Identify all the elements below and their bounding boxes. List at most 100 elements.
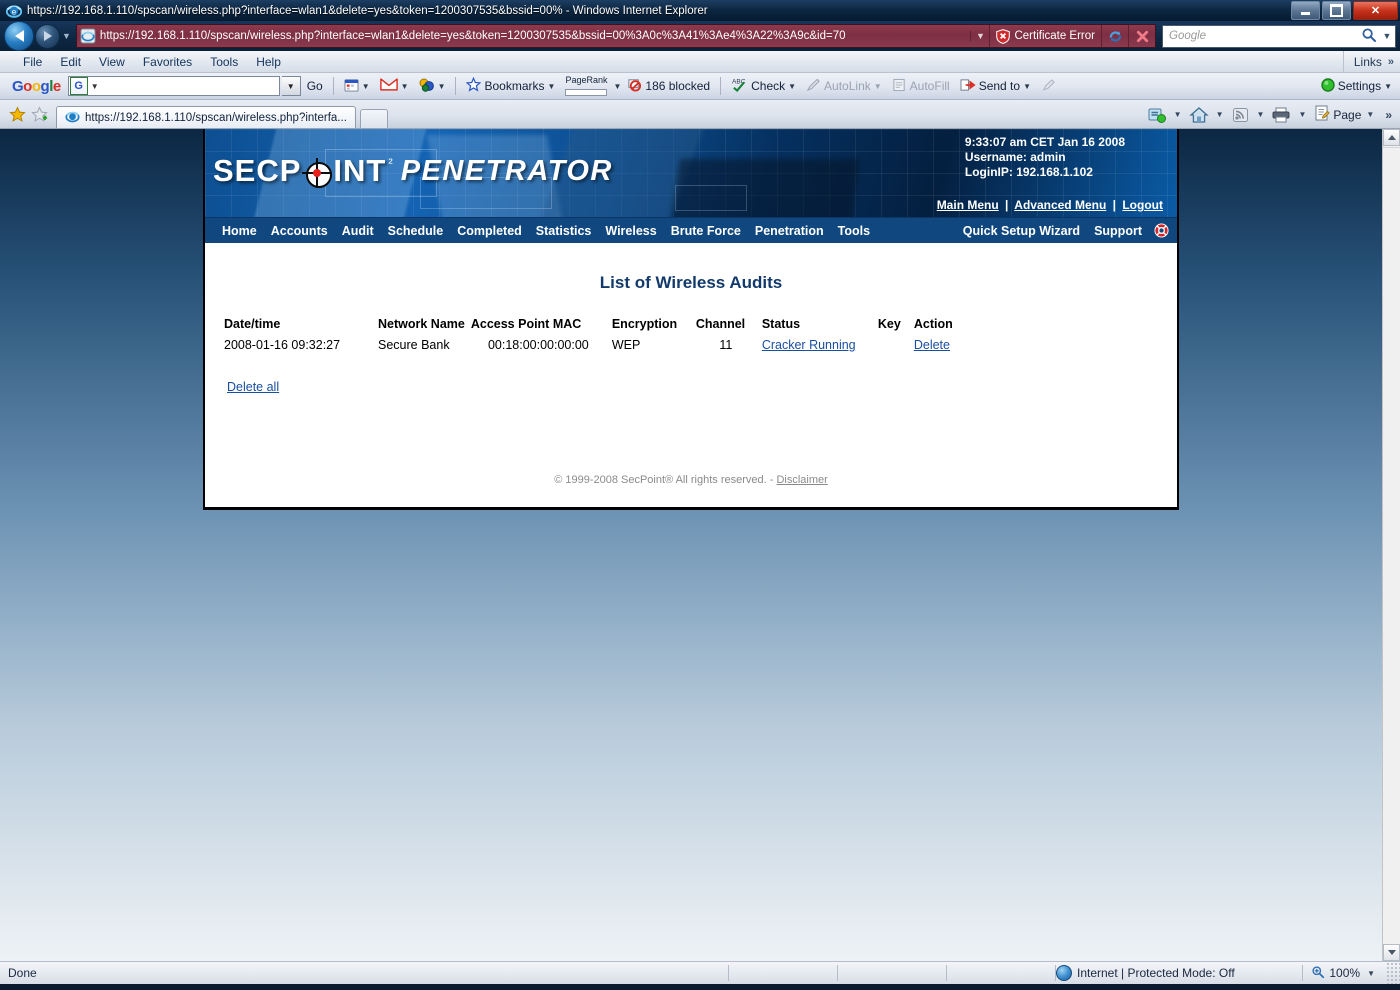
gmail-button[interactable]: ▼ (376, 78, 413, 94)
check-chevron-down-icon[interactable]: ▼ (788, 82, 796, 91)
autolink-button[interactable]: AutoLink ▼ (802, 78, 886, 95)
address-bar-url[interactable]: https://192.168.1.110/spscan/wireless.ph… (100, 30, 971, 42)
window-controls[interactable]: ✕ (1291, 1, 1398, 20)
google-apps-button[interactable]: ▼ (415, 78, 450, 95)
main-menu-link[interactable]: Main Menu (937, 198, 999, 212)
zoom-control[interactable]: 100% ▼ (1303, 965, 1386, 982)
nav-item-wireless[interactable]: Wireless (598, 224, 663, 238)
search-icon[interactable] (1361, 27, 1379, 46)
google-search-input[interactable]: G ▼ (67, 76, 280, 96)
close-window-button[interactable]: ✕ (1353, 1, 1398, 20)
menu-item-edit[interactable]: Edit (51, 54, 90, 70)
settings-chevron-down-icon[interactable]: ▼ (1384, 82, 1392, 91)
certificate-error-indicator[interactable]: Certificate Error (989, 25, 1101, 47)
google-go-button[interactable]: Go (303, 79, 327, 93)
cracker-running-link[interactable]: Cracker Running (762, 338, 856, 352)
links-overflow-chevron-icon[interactable]: » (1388, 56, 1394, 68)
google-calendar-button[interactable]: ▼ (340, 78, 374, 95)
refresh-icon[interactable] (1101, 25, 1128, 47)
home-button[interactable] (1186, 106, 1212, 124)
lifebuoy-icon[interactable] (1154, 223, 1169, 238)
forward-button[interactable] (35, 23, 60, 49)
delete-row-link[interactable]: Delete (914, 338, 950, 352)
back-button[interactable] (4, 21, 34, 51)
zoom-chevron-down-icon[interactable]: ▼ (1364, 969, 1378, 978)
bookmarks-chevron-down-icon[interactable]: ▼ (548, 82, 556, 91)
search-box[interactable]: Google ▼ (1162, 24, 1396, 48)
menu-item-favorites[interactable]: Favorites (134, 54, 201, 70)
nav-item-home[interactable]: Home (215, 224, 264, 238)
new-tab-button[interactable] (359, 109, 388, 128)
logout-link[interactable]: Logout (1122, 198, 1163, 212)
print-button[interactable] (1268, 106, 1294, 124)
autolink-chevron-down-icon[interactable]: ▼ (874, 82, 882, 91)
search-input[interactable]: Google (1163, 30, 1361, 42)
menu-item-tools[interactable]: Tools (201, 54, 247, 70)
window-title-text: https://192.168.1.110/spscan/wireless.ph… (27, 4, 708, 17)
nav-item-support[interactable]: Support (1087, 224, 1149, 238)
vertical-scrollbar[interactable] (1382, 129, 1400, 961)
web-slices-button[interactable] (1144, 106, 1170, 124)
nav-item-brute-force[interactable]: Brute Force (664, 224, 748, 238)
nav-item-accounts[interactable]: Accounts (264, 224, 335, 238)
resize-gripper[interactable] (1386, 962, 1400, 984)
google-search-dropdown-button[interactable]: ▼ (281, 76, 301, 96)
minimize-button[interactable] (1291, 1, 1320, 20)
browser-tab[interactable]: https://192.168.1.110/spscan/wireless.ph… (56, 106, 356, 128)
secpoint-logo[interactable]: SECP INT ² PENETRATOR (213, 153, 613, 189)
print-chevron-down-icon[interactable]: ▼ (1295, 110, 1309, 119)
feeds-button[interactable] (1228, 106, 1253, 124)
spell-check-button[interactable]: ABC Check ▼ (727, 77, 800, 95)
nav-item-schedule[interactable]: Schedule (381, 224, 451, 238)
highlight-button[interactable] (1037, 78, 1060, 95)
nav-item-penetration[interactable]: Penetration (748, 224, 831, 238)
google-settings-button[interactable]: Settings ▼ (1317, 77, 1396, 95)
add-to-favorites-icon[interactable] (28, 103, 50, 125)
gmail-chevron-down-icon[interactable]: ▼ (401, 82, 409, 91)
command-bar-overflow-chevron-icon[interactable]: » (1381, 108, 1392, 122)
nav-item-tools[interactable]: Tools (831, 224, 877, 238)
menu-item-help[interactable]: Help (247, 54, 290, 70)
scroll-down-button[interactable] (1383, 944, 1400, 961)
nav-item-audit[interactable]: Audit (335, 224, 381, 238)
links-bar[interactable]: Links » (1342, 51, 1394, 72)
feeds-chevron-down-icon[interactable]: ▼ (1254, 110, 1268, 119)
address-dropdown-chevron-down-icon[interactable]: ▼ (970, 31, 989, 41)
page-chevron-down-icon[interactable]: ▼ (1363, 110, 1377, 119)
address-bar[interactable]: https://192.168.1.110/spscan/wireless.ph… (75, 24, 1156, 48)
maximize-restore-button[interactable] (1322, 1, 1351, 20)
advanced-menu-link[interactable]: Advanced Menu (1014, 198, 1106, 212)
security-zone-indicator[interactable]: Internet | Protected Mode: Off (1056, 965, 1302, 981)
calendar-chevron-down-icon[interactable]: ▼ (362, 82, 370, 91)
menu-item-view[interactable]: View (90, 54, 134, 70)
web-slices-chevron-down-icon[interactable]: ▼ (1171, 110, 1185, 119)
secpoint-penetrator-page: SECP INT ² PENETRATOR 9:33:07 am CET Jan… (203, 129, 1179, 510)
nav-item-completed[interactable]: Completed (450, 224, 529, 238)
stop-icon[interactable] (1128, 25, 1155, 47)
send-to-chevron-down-icon[interactable]: ▼ (1023, 82, 1031, 91)
scroll-up-button[interactable] (1383, 129, 1400, 146)
links-label: Links (1353, 54, 1382, 69)
google-search-chevron-down-icon[interactable]: ▼ (91, 82, 99, 91)
menu-item-file[interactable]: File (14, 54, 51, 70)
navigation-toolbar: ▼ https://192.168.1.110/spscan/wireless.… (0, 21, 1400, 51)
disclaimer-link[interactable]: Disclaimer (776, 474, 827, 486)
autofill-button[interactable]: AutoFill (888, 78, 954, 95)
pagerank-chevron-down-icon[interactable]: ▼ (613, 82, 621, 91)
nav-item-quick-setup-wizard[interactable]: Quick Setup Wizard (956, 224, 1087, 238)
scrollbar-thumb[interactable] (1383, 147, 1400, 148)
favorites-center-icon[interactable] (6, 103, 28, 125)
nav-item-statistics[interactable]: Statistics (529, 224, 599, 238)
search-provider-chevron-down-icon[interactable]: ▼ (1379, 31, 1395, 41)
pagerank-indicator[interactable]: PageRank (561, 76, 611, 96)
column-header-access-point-mac: Access Point MAC (470, 317, 582, 331)
delete-all-link[interactable]: Delete all (227, 380, 279, 394)
apps-chevron-down-icon[interactable]: ▼ (438, 82, 446, 91)
cell-datetime: 2008-01-16 09:32:27 (224, 338, 341, 352)
home-chevron-down-icon[interactable]: ▼ (1213, 110, 1227, 119)
recent-pages-chevron-down-icon[interactable]: ▼ (62, 31, 71, 41)
send-to-button[interactable]: Send to ▼ (956, 78, 1035, 95)
page-menu-button[interactable]: Page ▼ (1310, 104, 1380, 125)
google-bookmarks-button[interactable]: Bookmarks ▼ (462, 76, 559, 95)
popup-blocker-button[interactable]: 186 blocked (623, 77, 714, 95)
